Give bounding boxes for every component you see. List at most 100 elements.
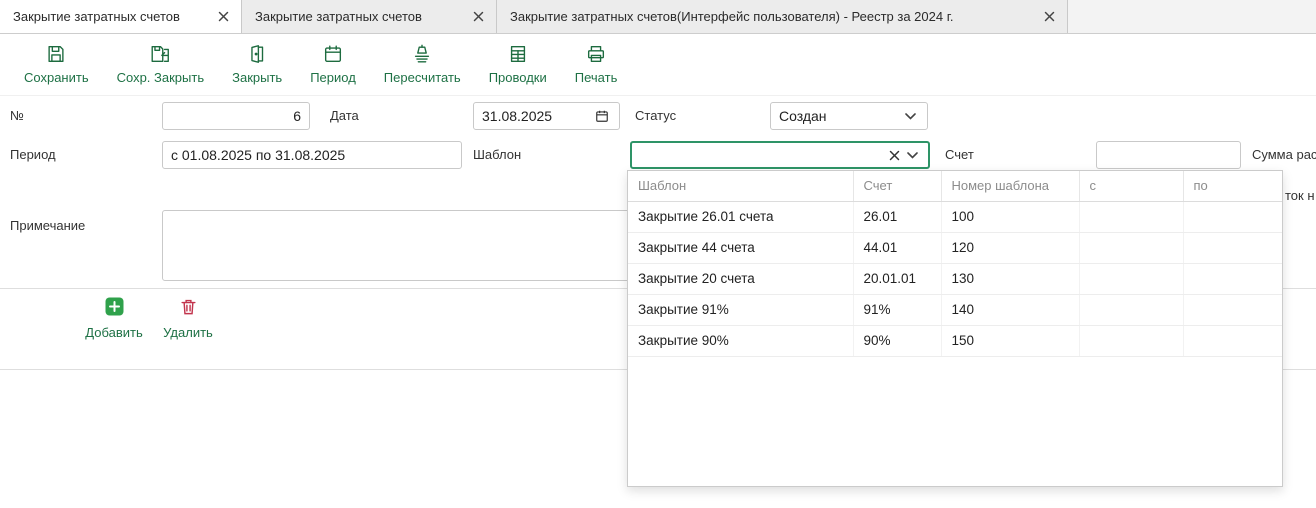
print-label: Печать: [575, 70, 618, 85]
col-from: с: [1079, 171, 1183, 201]
sum-label-clipped: Сумма рас: [1252, 141, 1316, 169]
cell-template: Закрытие 20 счета: [628, 263, 853, 294]
close-door-icon: [246, 41, 268, 67]
app-window: Закрытие затратных счетов Закрытие затра…: [0, 0, 1316, 508]
tab-register-2024[interactable]: Закрытие затратных счетов(Интерфейс поль…: [497, 0, 1068, 33]
note-label: Примечание: [10, 216, 85, 236]
tab-close-expense-accounts-2[interactable]: Закрытие затратных счетов: [242, 0, 497, 33]
tab-label: Закрытие затратных счетов: [13, 9, 201, 24]
cell-account: 26.01: [853, 201, 941, 232]
recalculate-label: Пересчитать: [384, 70, 461, 85]
tab-label: Закрытие затратных счетов(Интерфейс поль…: [510, 9, 1027, 24]
cell-account: 44.01: [853, 232, 941, 263]
period-field-label: Период: [10, 141, 56, 169]
date-value: 31.08.2025: [482, 108, 593, 124]
number-input[interactable]: [162, 102, 310, 130]
save-label: Сохранить: [24, 70, 89, 85]
status-select[interactable]: Создан: [770, 102, 928, 130]
close-icon[interactable]: [1041, 9, 1057, 25]
close-label: Закрыть: [232, 70, 282, 85]
template-row[interactable]: Закрытие 90% 90% 150: [628, 325, 1282, 356]
template-row[interactable]: Закрытие 26.01 счета 26.01 100: [628, 201, 1282, 232]
close-button[interactable]: Закрыть: [232, 41, 282, 85]
close-icon[interactable]: [215, 9, 231, 25]
cell-to: [1183, 263, 1282, 294]
cell-template: Закрытие 91%: [628, 294, 853, 325]
calendar-picker-icon[interactable]: [593, 107, 611, 125]
template-row[interactable]: Закрытие 20 счета 20.01.01 130: [628, 263, 1282, 294]
period-input[interactable]: [162, 141, 462, 169]
recalculate-button[interactable]: Пересчитать: [384, 41, 461, 85]
cell-to: [1183, 232, 1282, 263]
cell-from: [1079, 263, 1183, 294]
delete-label: Удалить: [163, 325, 213, 340]
cell-template-number: 130: [941, 263, 1079, 294]
postings-button[interactable]: Проводки: [489, 41, 547, 85]
cell-from: [1079, 294, 1183, 325]
cell-to: [1183, 325, 1282, 356]
print-button[interactable]: Печать: [575, 41, 618, 85]
date-label: Дата: [330, 102, 359, 130]
right-clipped-label: ток н: [1285, 182, 1315, 210]
cell-template-number: 150: [941, 325, 1079, 356]
close-icon[interactable]: [470, 9, 486, 25]
date-input[interactable]: 31.08.2025: [473, 102, 620, 130]
tab-close-expense-accounts-1[interactable]: Закрытие затратных счетов: [0, 0, 242, 33]
period-button[interactable]: Период: [310, 41, 356, 85]
save-close-button[interactable]: Сохр. Закрыть: [117, 41, 205, 85]
cell-account: 20.01.01: [853, 263, 941, 294]
clear-icon[interactable]: [885, 146, 903, 164]
calendar-icon: [322, 41, 344, 67]
template-input[interactable]: [639, 146, 885, 164]
chevron-down-icon[interactable]: [903, 146, 921, 164]
recalculate-icon: [411, 41, 433, 67]
printer-icon: [585, 41, 607, 67]
save-close-icon: [149, 41, 171, 67]
postings-label: Проводки: [489, 70, 547, 85]
cell-template-number: 120: [941, 232, 1079, 263]
template-row[interactable]: Закрытие 91% 91% 140: [628, 294, 1282, 325]
add-row-button[interactable]: Добавить: [82, 297, 146, 340]
cell-template: Закрытие 26.01 счета: [628, 201, 853, 232]
delete-row-button[interactable]: Удалить: [156, 297, 220, 340]
add-icon: [105, 297, 124, 321]
cell-to: [1183, 294, 1282, 325]
postings-grid-icon: [507, 41, 529, 67]
template-table-header: Шаблон Счет Номер шаблона с по: [628, 171, 1282, 201]
save-icon: [45, 41, 67, 67]
cell-from: [1079, 201, 1183, 232]
col-template-number: Номер шаблона: [941, 171, 1079, 201]
period-label: Период: [310, 70, 356, 85]
col-template: Шаблон: [628, 171, 853, 201]
cell-to: [1183, 201, 1282, 232]
account-label: Счет: [945, 141, 974, 169]
cell-template: Закрытие 90%: [628, 325, 853, 356]
delete-icon: [179, 297, 198, 321]
template-dropdown-panel: Шаблон Счет Номер шаблона с по Закрытие …: [627, 170, 1283, 487]
col-account: Счет: [853, 171, 941, 201]
col-to: по: [1183, 171, 1282, 201]
main-toolbar: Сохранить Сохр. Закрыть Закрыть Период П…: [0, 34, 1316, 96]
cell-template-number: 100: [941, 201, 1079, 232]
cell-from: [1079, 325, 1183, 356]
note-textarea[interactable]: [162, 210, 682, 281]
number-label: №: [10, 102, 24, 130]
add-label: Добавить: [85, 325, 142, 340]
account-input[interactable]: [1096, 141, 1241, 169]
status-label: Статус: [635, 102, 676, 130]
template-row[interactable]: Закрытие 44 счета 44.01 120: [628, 232, 1282, 263]
template-combobox[interactable]: [630, 141, 930, 169]
cell-account: 90%: [853, 325, 941, 356]
chevron-down-icon[interactable]: [901, 107, 919, 125]
cell-account: 91%: [853, 294, 941, 325]
save-button[interactable]: Сохранить: [24, 41, 89, 85]
template-label: Шаблон: [473, 141, 521, 169]
tab-bar: Закрытие затратных счетов Закрытие затра…: [0, 0, 1316, 34]
tab-label: Закрытие затратных счетов: [255, 9, 456, 24]
cell-template-number: 140: [941, 294, 1079, 325]
cell-template: Закрытие 44 счета: [628, 232, 853, 263]
save-close-label: Сохр. Закрыть: [117, 70, 205, 85]
cell-from: [1079, 232, 1183, 263]
template-table: Шаблон Счет Номер шаблона с по Закрытие …: [628, 171, 1282, 357]
status-value: Создан: [779, 108, 901, 124]
